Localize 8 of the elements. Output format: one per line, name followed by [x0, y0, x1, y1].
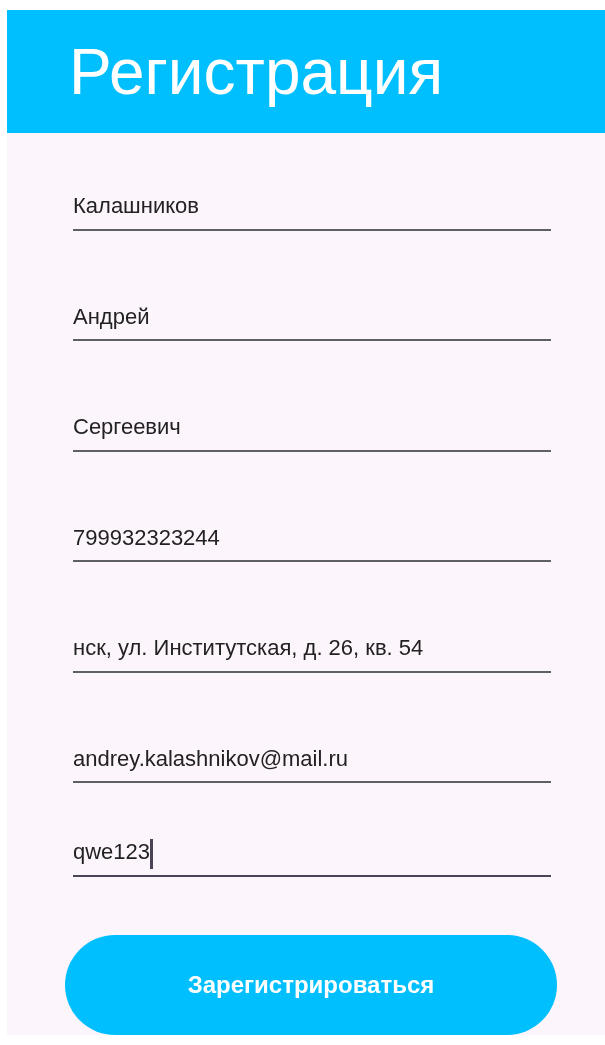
input-field[interactable]: Сергеевич: [73, 412, 551, 452]
input-field[interactable]: andrey.kalashnikov@mail.ru: [73, 743, 551, 784]
input-field[interactable]: нск, ул. Институтская, д. 26, кв. 54: [73, 633, 551, 673]
input-field[interactable]: Андрей: [73, 301, 551, 342]
text-cursor: [150, 839, 154, 870]
input-field[interactable]: 799932323244: [73, 522, 551, 563]
input-field[interactable]: qwe123: [73, 837, 551, 878]
input-field[interactable]: Калашников: [73, 191, 551, 231]
